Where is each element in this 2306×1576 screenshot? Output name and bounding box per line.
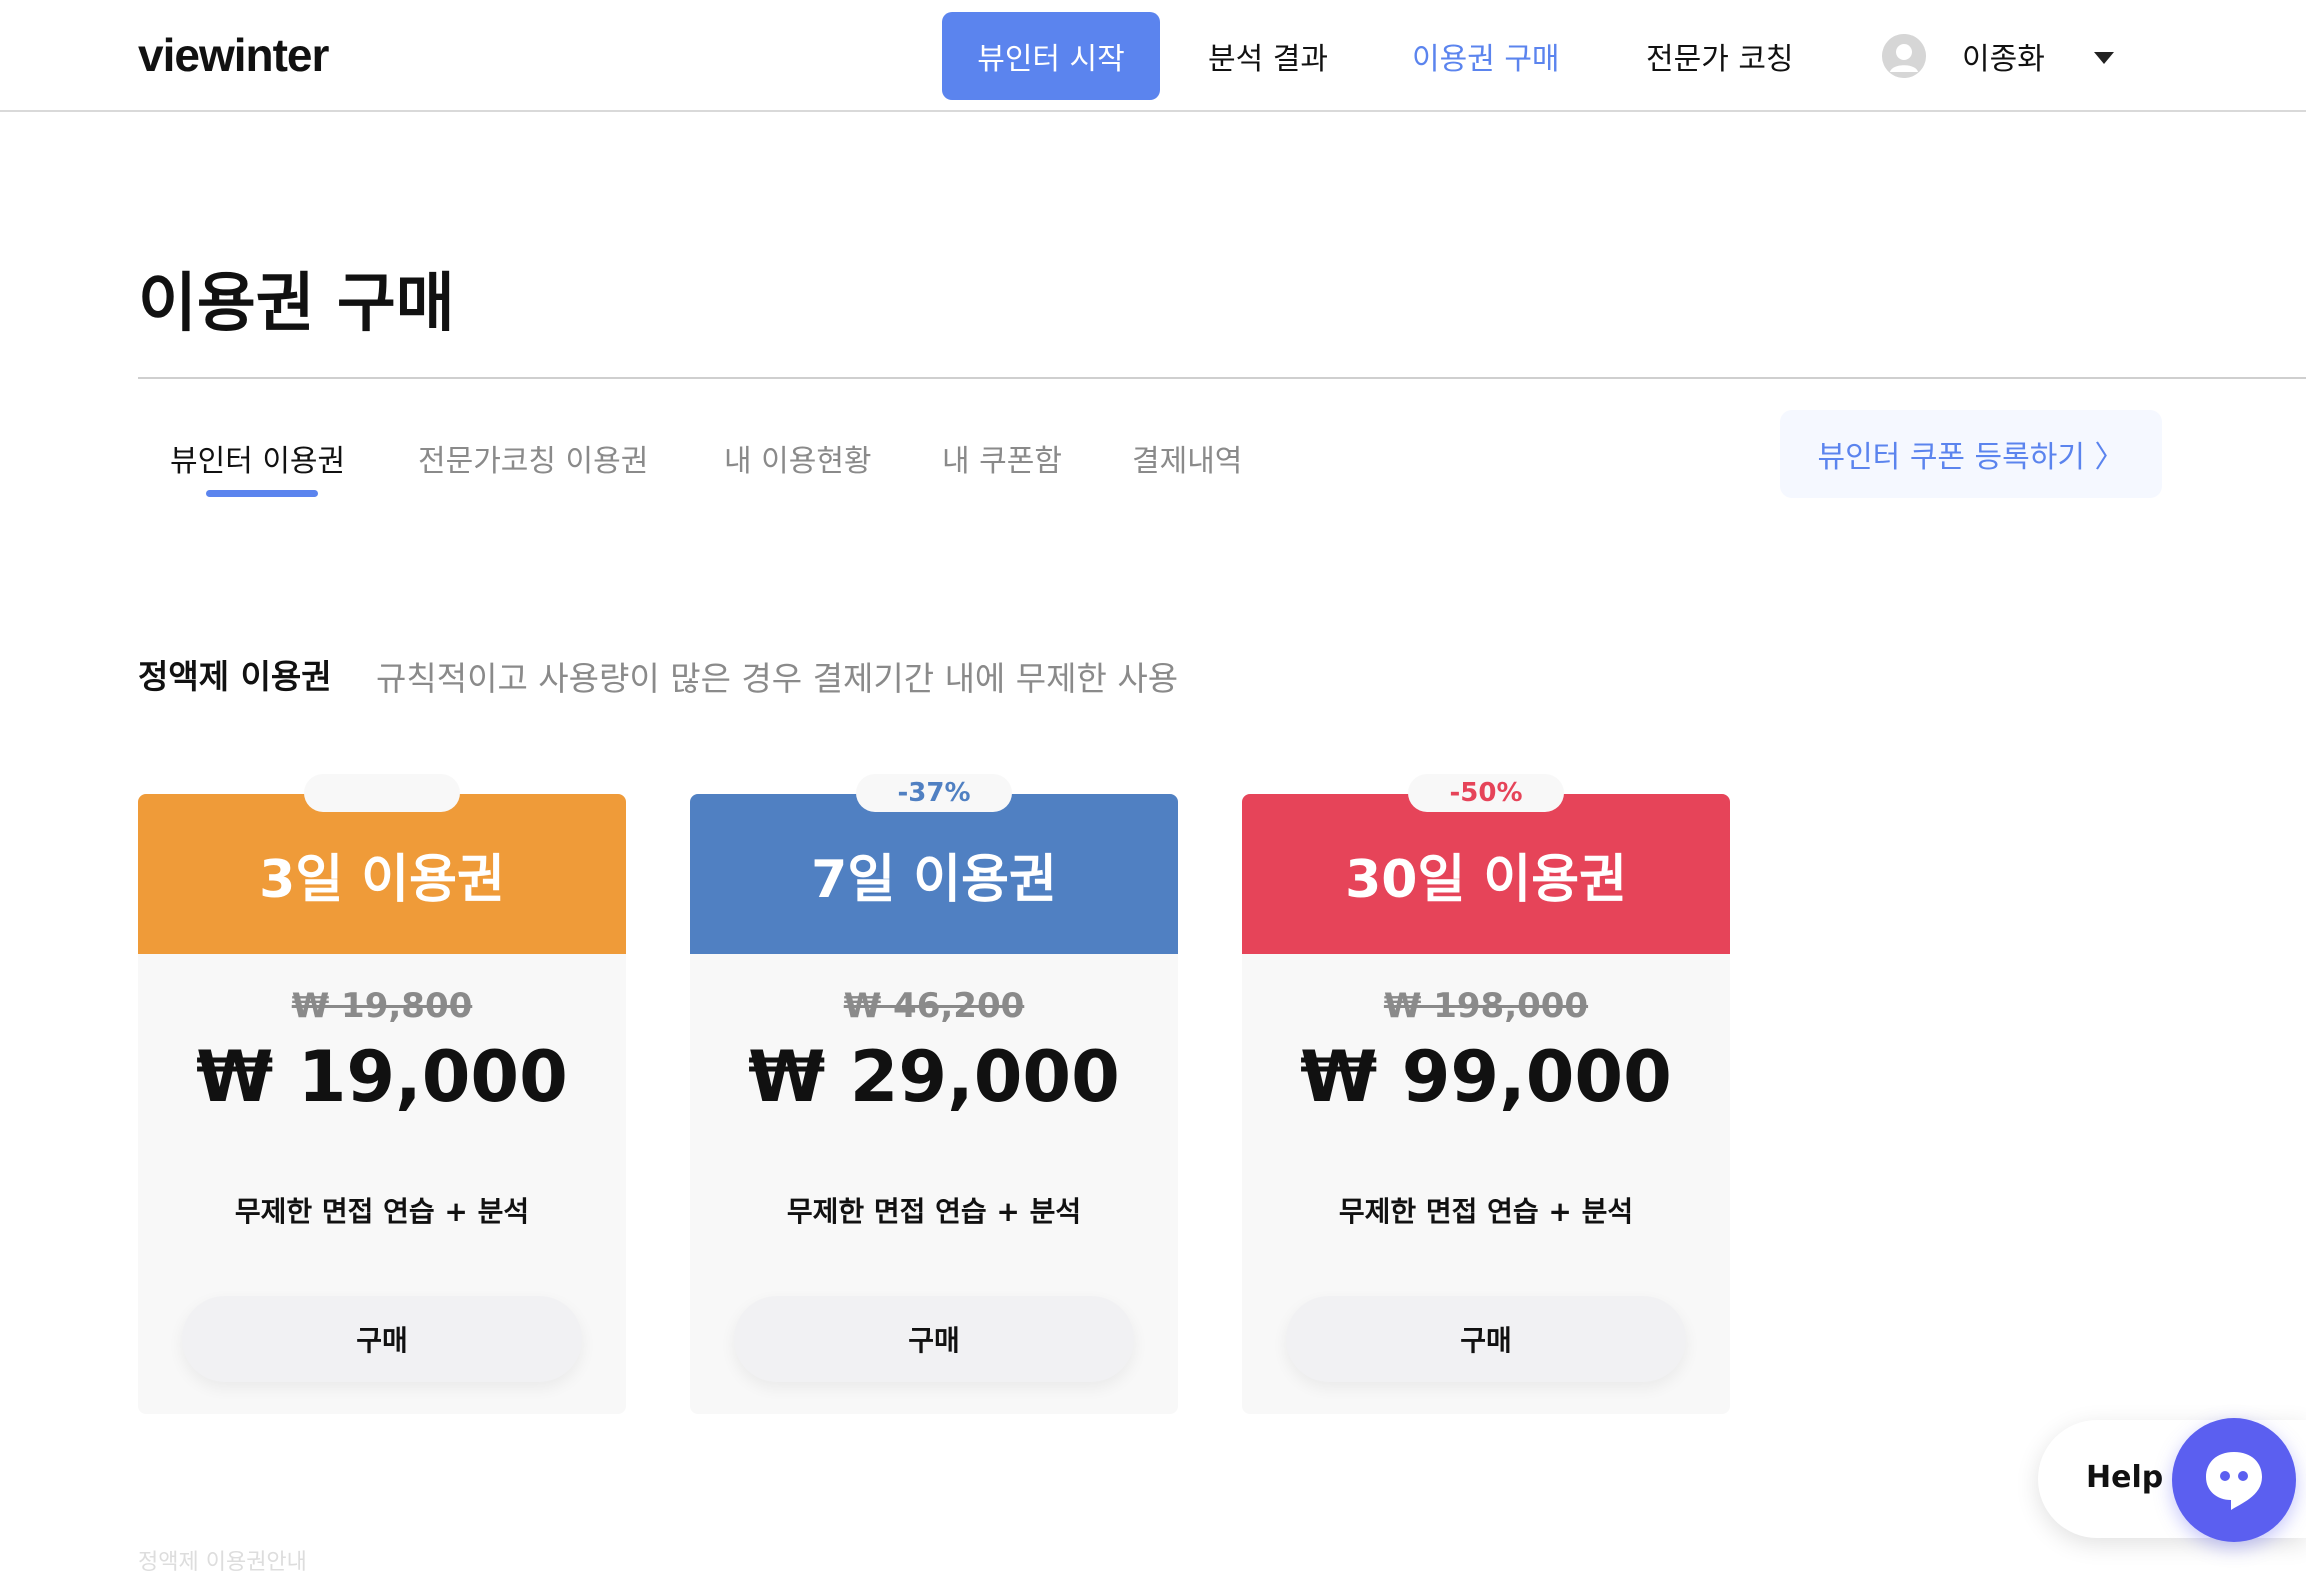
- nav-purchase-pass[interactable]: 이용권 구매: [1412, 34, 1560, 78]
- plan-feature: 무제한 면접 연습 + 분석: [786, 1195, 1082, 1228]
- user-avatar-icon[interactable]: [1882, 34, 1926, 78]
- plan-feature: 무제한 면접 연습 + 분석: [234, 1195, 530, 1228]
- page-title: 이용권 구매: [138, 267, 455, 341]
- plan-card-header: 3일 이용권: [138, 794, 626, 954]
- top-navigation: viewinter 뷰인터 시작 분석 결과 이용권 구매 전문가 코칭 이종화: [0, 0, 2306, 112]
- sale-price: ₩ 29,000: [748, 1036, 1120, 1118]
- nav-expert-coaching[interactable]: 전문가 코칭: [1646, 34, 1794, 78]
- tab-payment-history[interactable]: 결제내역: [1132, 436, 1242, 480]
- plan-name: 7일 이용권: [811, 849, 1057, 910]
- buy-button[interactable]: 구매: [734, 1296, 1134, 1382]
- tab-expert-coaching-pass[interactable]: 전문가코칭 이용권: [418, 436, 648, 480]
- section-title: 정액제 이용권: [138, 657, 332, 696]
- plan-card-header: 7일 이용권: [690, 794, 1178, 954]
- plan-card-3day: 3일 이용권 ₩ 19,800 ₩ 19,000 무제한 면접 연습 + 분석 …: [138, 774, 626, 1414]
- plan-card-7day: 7일 이용권 -37% ₩ 46,200 ₩ 29,000 무제한 면접 연습 …: [690, 774, 1178, 1414]
- buy-button[interactable]: 구매: [182, 1296, 582, 1382]
- plan-name: 30일 이용권: [1345, 849, 1627, 910]
- plan-card-30day: 30일 이용권 -50% ₩ 198,000 ₩ 99,000 무제한 면접 연…: [1242, 774, 1730, 1414]
- sale-price: ₩ 99,000: [1300, 1036, 1672, 1118]
- nav-analysis-results[interactable]: 분석 결과: [1208, 34, 1328, 78]
- tab-my-usage[interactable]: 내 이용현황: [724, 436, 872, 480]
- plan-feature: 무제한 면접 연습 + 분석: [1338, 1195, 1634, 1228]
- original-price: ₩ 198,000: [1383, 986, 1589, 1026]
- footer-hint: 정액제 이용권안내: [138, 1550, 307, 1575]
- plan-card-header: 30일 이용권: [1242, 794, 1730, 954]
- plan-name: 3일 이용권: [259, 849, 505, 910]
- tab-viewinter-pass[interactable]: 뷰인터 이용권: [170, 436, 345, 480]
- section-description: 규칙적이고 사용량이 많은 경우 결제기간 내에 무제한 사용: [376, 659, 1179, 698]
- title-divider: [138, 377, 2306, 379]
- user-name[interactable]: 이종화: [1962, 34, 2045, 78]
- register-coupon-button[interactable]: 뷰인터 쿠폰 등록하기 〉: [1780, 410, 2162, 498]
- discount-badge: -50%: [1408, 774, 1564, 812]
- chat-bubble-icon[interactable]: [2172, 1418, 2296, 1542]
- original-price: ₩ 46,200: [843, 986, 1025, 1026]
- start-viewinter-button[interactable]: 뷰인터 시작: [942, 12, 1160, 100]
- caret-down-icon[interactable]: [2094, 52, 2114, 64]
- active-tab-indicator: [206, 490, 318, 497]
- help-label[interactable]: Help: [2086, 1460, 2163, 1495]
- buy-button[interactable]: 구매: [1286, 1296, 1686, 1382]
- original-price: ₩ 19,800: [291, 986, 473, 1026]
- discount-badge: [304, 774, 460, 812]
- sale-price: ₩ 19,000: [196, 1036, 568, 1118]
- discount-badge: -37%: [856, 774, 1012, 812]
- viewinter-logo[interactable]: viewinter: [138, 28, 329, 82]
- tab-my-coupons[interactable]: 내 쿠폰함: [942, 436, 1062, 480]
